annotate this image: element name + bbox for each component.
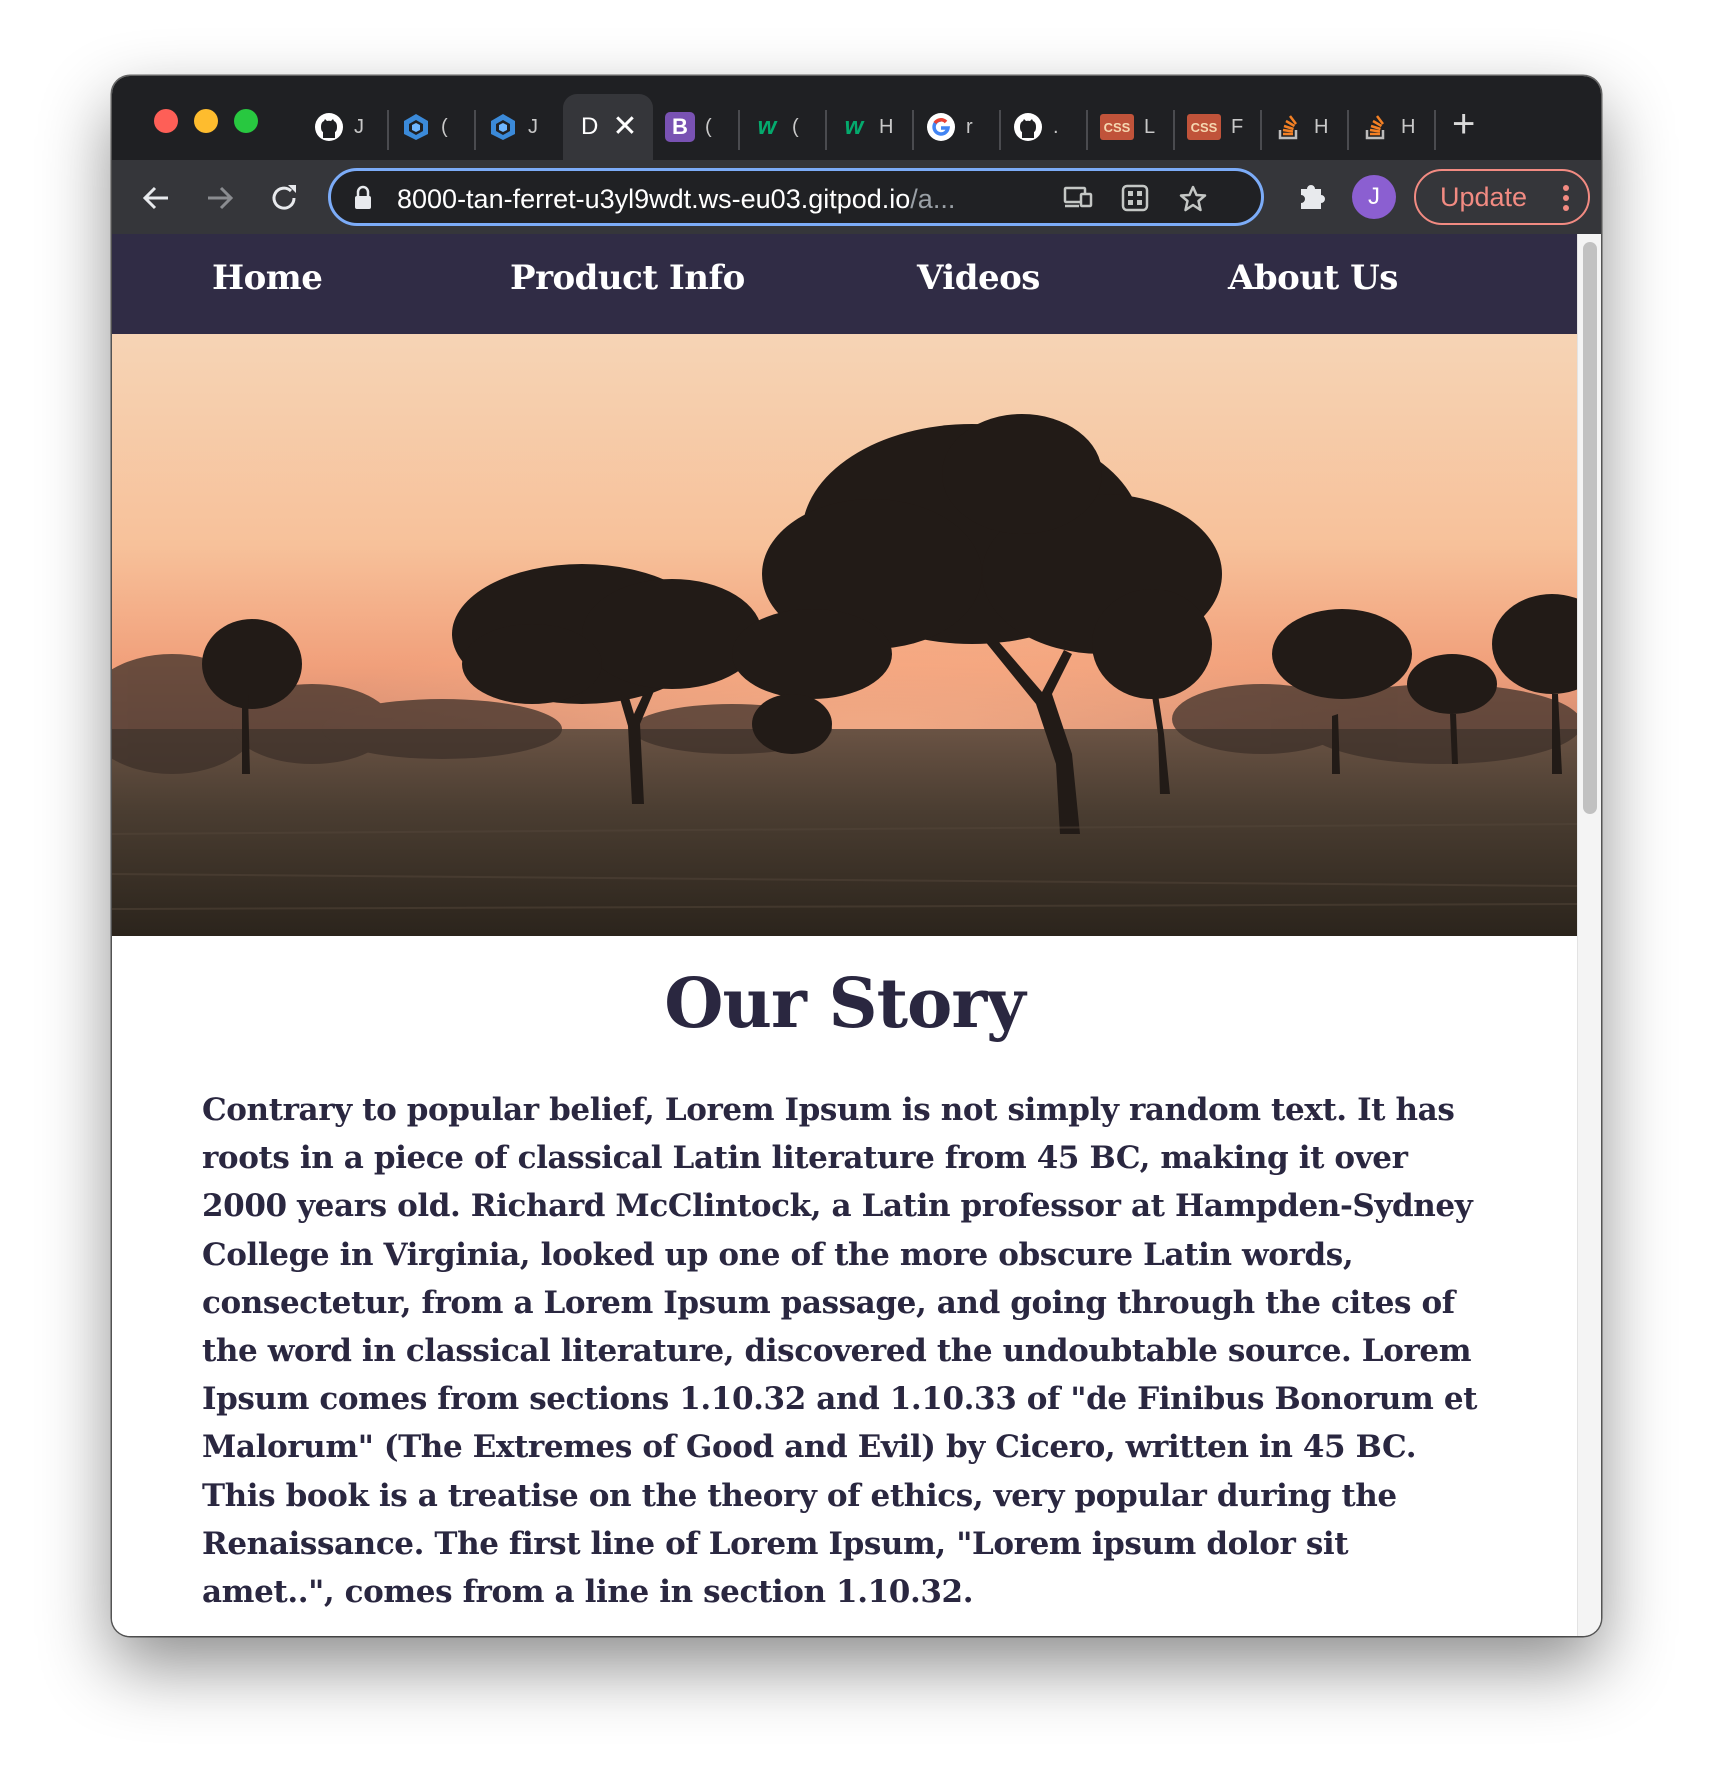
- arrow-left-icon: [142, 186, 168, 210]
- tab-github[interactable]: .: [1001, 94, 1088, 160]
- tab-title: H: [1314, 115, 1328, 138]
- site-nav: Home Product Info Videos About Us: [112, 234, 1577, 334]
- story-paragraph: Contrary to popular belief, Lorem Ipsum …: [202, 1092, 1478, 1611]
- tab-title: (: [792, 115, 799, 138]
- more-vert-icon[interactable]: [1562, 183, 1570, 220]
- apps-grid-icon[interactable]: [1121, 184, 1149, 217]
- tab-w3schools[interactable]: w H: [827, 94, 914, 160]
- reload-icon: [272, 185, 296, 210]
- reload-button[interactable]: [266, 180, 302, 216]
- scrollbar-thumb[interactable]: [1583, 242, 1597, 814]
- tab-title: (: [705, 115, 712, 138]
- tab-title: D: [581, 113, 599, 140]
- window-close-button[interactable]: [154, 109, 178, 133]
- google-icon: [926, 112, 956, 142]
- nav-about-us[interactable]: About Us: [1228, 258, 1398, 298]
- stackoverflow-icon: [1274, 112, 1304, 142]
- tab-bootstrap[interactable]: B (: [653, 94, 740, 160]
- close-icon[interactable]: ✕: [612, 112, 637, 142]
- tab-css[interactable]: CSS F: [1175, 94, 1262, 160]
- hero-image: [112, 334, 1577, 936]
- url-text: 8000-tan-ferret-u3yl9wdt.ws-eu03.gitpod.…: [397, 184, 955, 215]
- cube-icon: [488, 112, 518, 142]
- css-icon: CSS: [1100, 114, 1134, 140]
- tab-title: (: [441, 115, 448, 138]
- tab-github[interactable]: J: [302, 94, 389, 160]
- tab-title: L: [1144, 115, 1156, 138]
- tab-cube[interactable]: J: [476, 94, 563, 160]
- lock-icon[interactable]: [353, 185, 373, 216]
- tab-title: H: [879, 115, 893, 138]
- profile-avatar[interactable]: J: [1352, 175, 1396, 219]
- nav-product-info[interactable]: Product Info: [510, 258, 745, 298]
- new-tab-button[interactable]: +: [1452, 104, 1475, 144]
- tab-title: r: [966, 115, 973, 138]
- cube-icon: [401, 112, 431, 142]
- update-button[interactable]: Update: [1414, 169, 1590, 225]
- back-button[interactable]: [138, 180, 174, 216]
- tab-title: J: [354, 115, 364, 138]
- vertical-scrollbar[interactable]: [1577, 234, 1601, 1636]
- tab-stackoverflow[interactable]: H: [1349, 94, 1436, 160]
- bookmark-star-icon[interactable]: [1178, 184, 1208, 219]
- tab-active[interactable]: D ✕: [563, 94, 653, 160]
- tab-title: J: [528, 115, 538, 138]
- w3schools-icon: w: [757, 113, 777, 140]
- tab-title: H: [1401, 115, 1415, 138]
- bootstrap-icon: B: [665, 112, 695, 142]
- update-label: Update: [1440, 181, 1528, 212]
- tab-w3schools[interactable]: w (: [740, 94, 827, 160]
- tab-google[interactable]: r: [914, 94, 1001, 160]
- nav-videos[interactable]: Videos: [917, 258, 1040, 298]
- tab-title: .: [1053, 115, 1059, 138]
- tab-cube[interactable]: (: [389, 94, 476, 160]
- arrow-right-icon: [208, 186, 234, 210]
- forward-button[interactable]: [202, 180, 238, 216]
- tab-title: F: [1231, 115, 1244, 138]
- extensions-puzzle-icon[interactable]: [1295, 179, 1329, 218]
- browser-toolbar: 8000-tan-ferret-u3yl9wdt.ws-eu03.gitpod.…: [112, 160, 1601, 234]
- page-title: Our Story: [664, 964, 1025, 1044]
- cast-device-icon[interactable]: [1063, 184, 1093, 215]
- address-bar[interactable]: 8000-tan-ferret-u3yl9wdt.ws-eu03.gitpod.…: [328, 168, 1264, 226]
- url-path: /a...: [910, 184, 956, 214]
- tab-strip: J ( J D ✕ B ( w (w H r . CSS L CSS F H …: [112, 76, 1601, 160]
- github-icon: [314, 112, 344, 142]
- tab-css[interactable]: CSS L: [1088, 94, 1175, 160]
- page-viewport: Home Product Info Videos About Us Our St…: [112, 234, 1577, 1636]
- w3schools-icon: w: [844, 113, 864, 140]
- url-host: 8000-tan-ferret-u3yl9wdt.ws-eu03.gitpod.…: [397, 184, 911, 214]
- stackoverflow-icon: [1361, 112, 1391, 142]
- nav-home[interactable]: Home: [212, 258, 323, 298]
- github-icon: [1013, 112, 1043, 142]
- browser-window: J ( J D ✕ B ( w (w H r . CSS L CSS F H …: [112, 76, 1601, 1636]
- window-maximize-button[interactable]: [234, 109, 258, 133]
- tab-stackoverflow[interactable]: H: [1262, 94, 1349, 160]
- css-icon: CSS: [1187, 114, 1221, 140]
- window-minimize-button[interactable]: [194, 109, 218, 133]
